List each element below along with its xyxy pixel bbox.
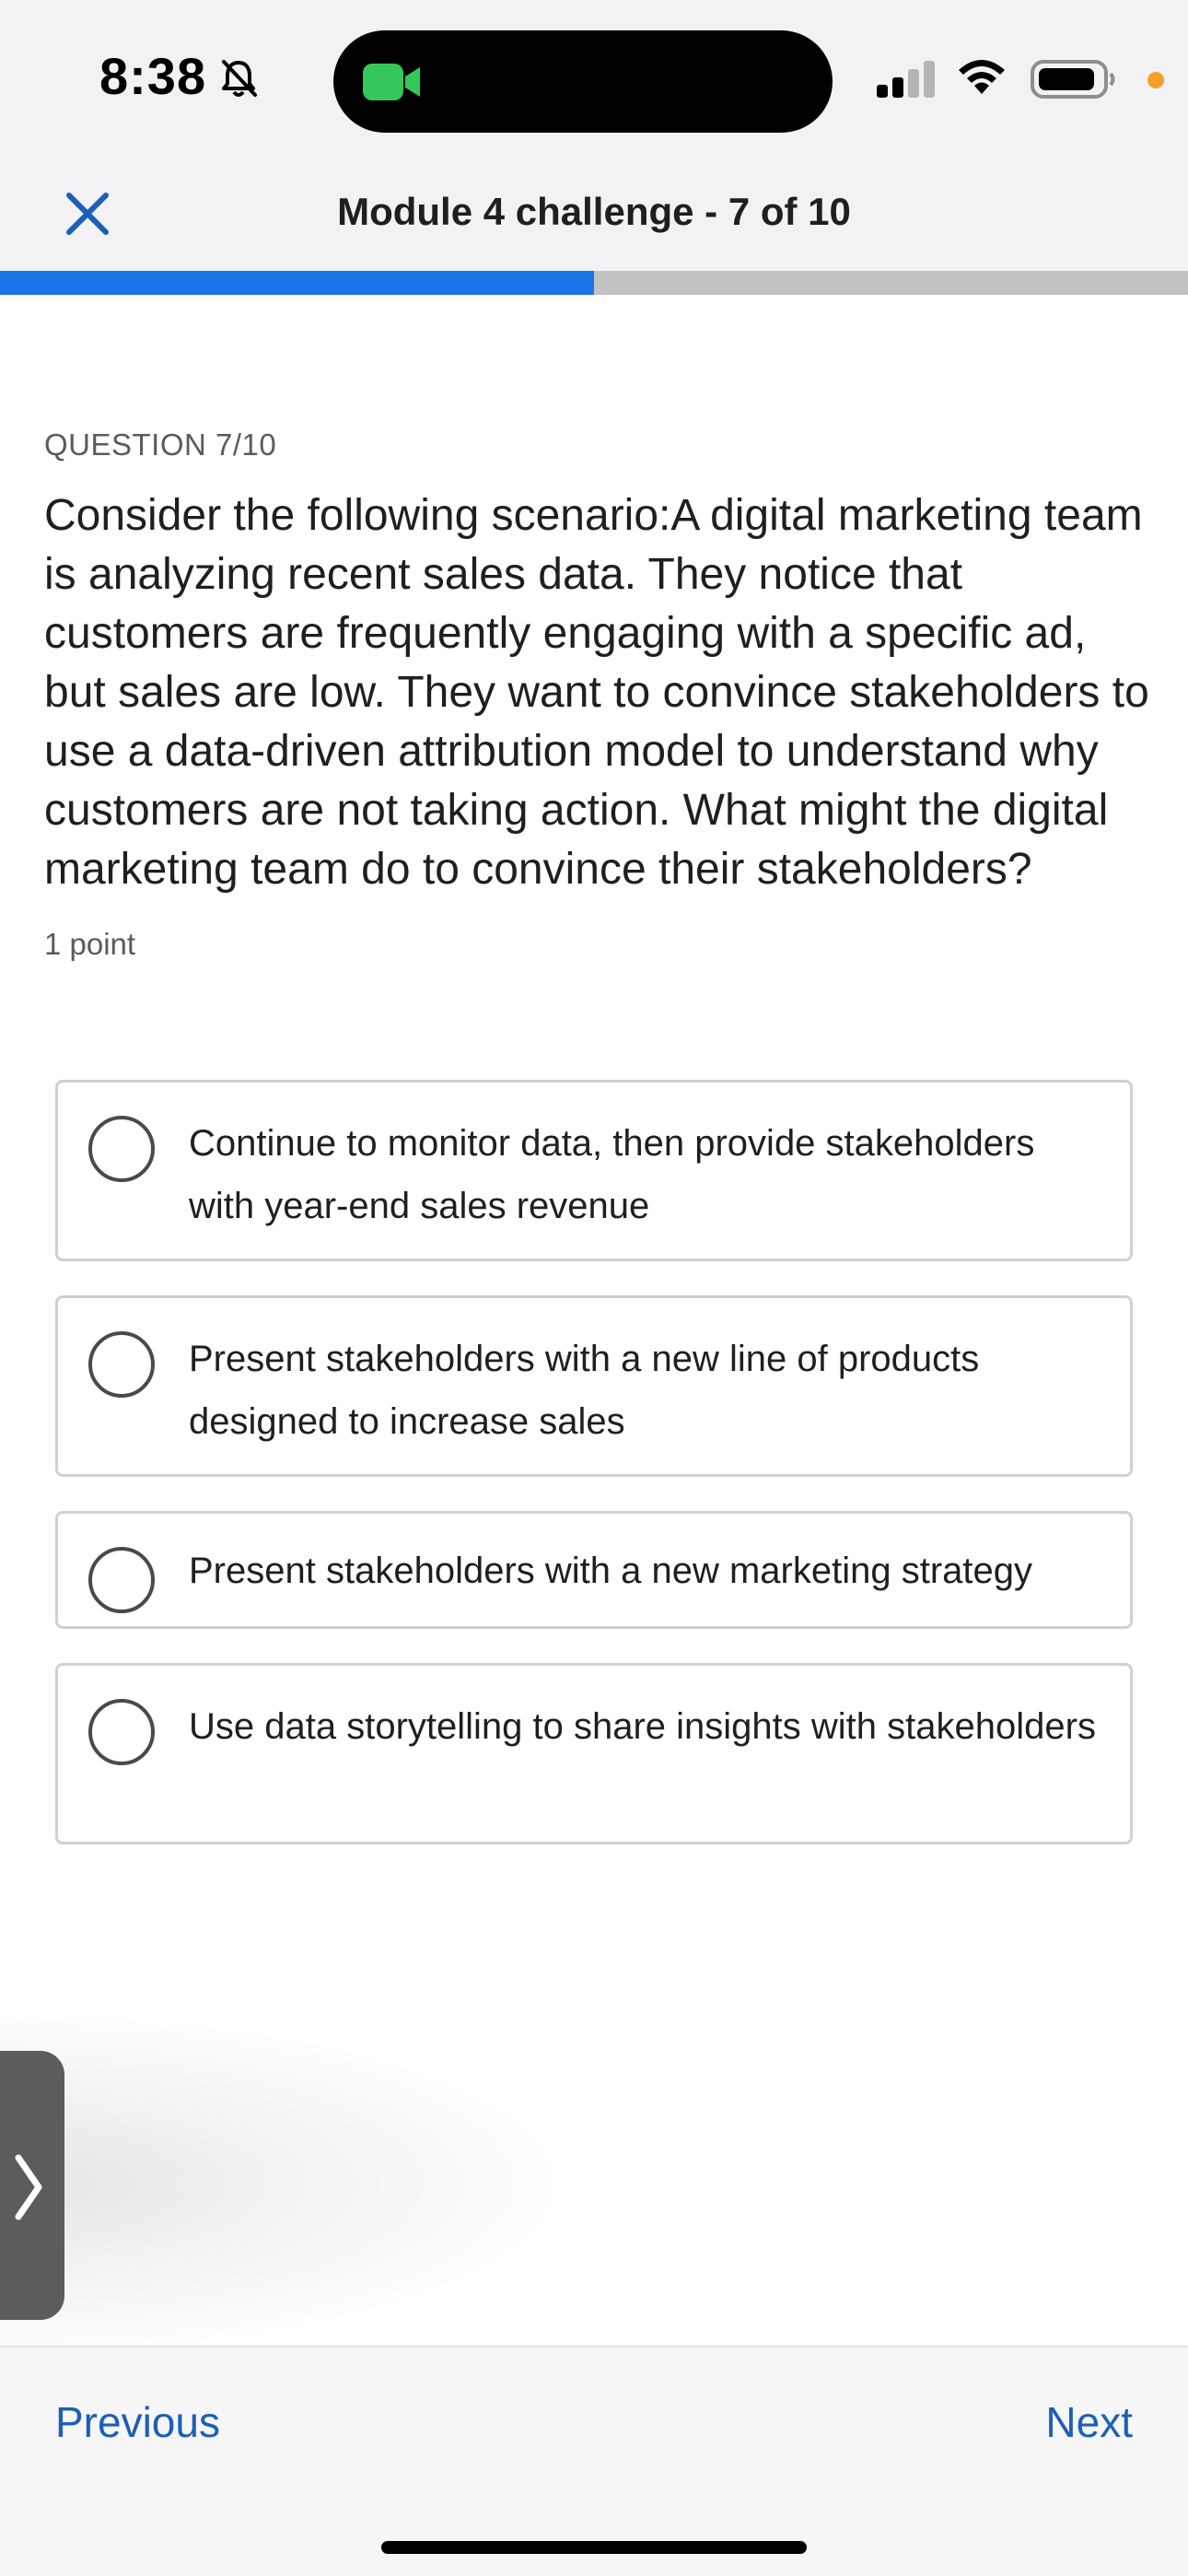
answer-option-label: Continue to monitor data, then provide s… — [189, 1123, 1035, 1226]
question-points: 1 point — [44, 927, 136, 961]
quiz-progress-bar — [0, 271, 1188, 295]
radio-button[interactable] — [88, 1547, 155, 1613]
answer-option-2[interactable]: Present stakeholders with a new line of … — [55, 1295, 1133, 1477]
home-indicator[interactable] — [381, 2541, 807, 2554]
question-text: Consider the following scenario:A digita… — [44, 491, 1149, 894]
quiz-page: 8:38 Module 4 challenge - 7 of 10 QUESTI… — [0, 0, 1188, 2576]
cellular-signal-icon — [877, 61, 935, 98]
dynamic-island — [333, 30, 833, 133]
chevron-right-icon — [15, 2154, 42, 2220]
wifi-icon — [959, 60, 1005, 94]
answer-option-label: Use data storytelling to share insights … — [189, 1706, 1096, 1747]
status-time: 8:38 — [99, 47, 207, 105]
radio-button[interactable] — [88, 1331, 155, 1398]
status-bar: 8:38 — [0, 0, 1188, 157]
answer-option-3[interactable]: Present stakeholders with a new marketin… — [55, 1511, 1133, 1629]
bottom-nav: Previous Next — [0, 2346, 1188, 2576]
next-button[interactable]: Next — [1045, 2397, 1133, 2447]
radio-button[interactable] — [88, 1699, 155, 1765]
bell-slash-icon — [222, 60, 257, 97]
recording-indicator — [1147, 72, 1164, 88]
previous-button[interactable]: Previous — [55, 2397, 220, 2447]
progress-fill — [0, 271, 594, 295]
battery-icon — [1031, 60, 1115, 99]
question-number: QUESTION 7/10 — [44, 427, 277, 462]
side-panel-tab[interactable] — [0, 2051, 64, 2320]
answer-option-4[interactable]: Use data storytelling to share insights … — [55, 1663, 1133, 1844]
facetime-camera-icon — [363, 64, 420, 100]
radio-button[interactable] — [88, 1116, 155, 1182]
page-title: Module 4 challenge - 7 of 10 — [337, 190, 851, 233]
side-tab-shadow — [0, 2008, 571, 2359]
answer-option-1[interactable]: Continue to monitor data, then provide s… — [55, 1080, 1133, 1261]
answer-option-label: Present stakeholders with a new marketin… — [189, 1551, 1032, 1591]
answer-option-label: Present stakeholders with a new line of … — [189, 1339, 980, 1442]
quiz-header: Module 4 challenge - 7 of 10 — [0, 157, 1188, 271]
